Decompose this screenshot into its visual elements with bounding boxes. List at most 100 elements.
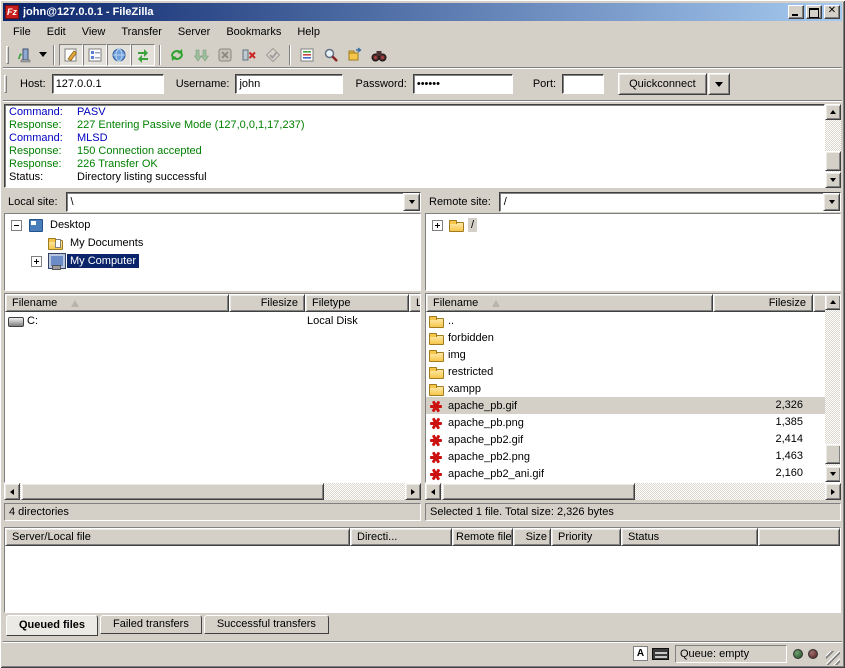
menu-item[interactable]: Bookmarks [218,24,289,40]
log-scrollbar[interactable] [825,104,841,188]
titlebar[interactable]: Fz john@127.0.0.1 - FileZilla [3,3,842,21]
toolbar-gripper[interactable] [6,46,9,64]
scroll-thumb[interactable] [21,483,324,500]
file-row[interactable]: apache_pb2.gif 2,414 [426,431,825,448]
filter-button[interactable] [295,44,319,66]
remote-site-dropdown[interactable] [823,193,840,211]
file-row[interactable]: .. [426,312,825,329]
column-header-size[interactable]: Size [513,528,551,546]
toggle-remote-tree-button[interactable] [107,44,131,66]
scroll-down-button[interactable] [825,466,841,482]
queue-empty-area[interactable] [5,546,840,612]
scroll-thumb[interactable] [442,483,635,500]
column-header-filesize[interactable]: Filesize [229,294,305,312]
directory-comparison-button[interactable] [343,44,367,66]
queue-tab[interactable]: Failed transfers [100,615,202,634]
minimize-button[interactable] [788,5,804,19]
file-search-button[interactable] [319,44,343,66]
file-row[interactable]: apache_pb2_ani.gif 2,160 [426,465,825,482]
local-list-hscrollbar[interactable] [4,483,421,500]
tree-item[interactable]: My Computer [5,252,420,270]
file-row[interactable]: apache_pb2.png 1,463 [426,448,825,465]
cancel-operation-button[interactable] [213,44,237,66]
file-row[interactable]: restricted [426,363,825,380]
column-header-filesize[interactable]: Filesize [713,294,813,312]
remote-list-scrollbar[interactable] [825,294,841,482]
close-button[interactable] [824,5,840,19]
menu-item[interactable]: Server [170,24,218,40]
local-site-dropdown[interactable] [403,193,420,211]
remote-site-value: / [500,193,823,211]
synchronized-browsing-button[interactable] [367,44,391,66]
column-header-remote-file[interactable]: Remote file [452,528,513,546]
file-row[interactable]: img [426,346,825,363]
scroll-right-button[interactable] [405,483,421,500]
process-queue-button[interactable] [189,44,213,66]
disconnect-button[interactable] [237,44,261,66]
file-row[interactable]: C: Local Disk [5,312,420,329]
scroll-left-button[interactable] [4,483,20,500]
local-site-combobox[interactable]: \ [66,192,421,212]
column-header-priority[interactable]: Priority [551,528,621,546]
port-input[interactable] [562,74,604,94]
file-name: .. [448,315,454,327]
quickconnect-button[interactable]: Quickconnect [618,73,707,95]
tree-expander[interactable] [432,220,443,231]
refresh-button[interactable] [165,44,189,66]
transfer-queue-icon [135,47,151,63]
file-row[interactable]: xampp [426,380,825,397]
log-line-text: PASV [77,106,106,119]
column-header-filename[interactable]: Filename [5,294,229,312]
queue-tab[interactable]: Successful transfers [204,615,329,634]
queue-tab[interactable]: Queued files [6,615,98,636]
toggle-transfer-queue-button[interactable] [131,44,155,66]
message-log[interactable]: Command: PASV Response: 227 Entering Pas… [4,104,825,188]
username-input[interactable] [235,74,343,94]
host-input[interactable] [52,74,164,94]
quickconnect-dropdown[interactable] [708,73,730,95]
tree-item[interactable]: / [426,216,840,234]
reconnect-button[interactable] [261,44,285,66]
quickconnect-gripper[interactable] [4,75,7,93]
tree-expander[interactable] [31,256,42,267]
menu-item[interactable]: View [74,24,114,40]
site-manager-button[interactable] [12,44,36,66]
column-header-filetype[interactable]: Filetype [305,294,409,312]
scroll-thumb[interactable] [825,444,841,464]
scroll-up-button[interactable] [825,104,841,120]
toggle-message-log-button[interactable] [59,44,83,66]
remote-list-hscrollbar[interactable] [425,483,841,500]
column-header-filename[interactable]: Filename [426,294,713,312]
remote-site-combobox[interactable]: / [499,192,841,212]
menu-item[interactable]: Transfer [113,24,170,40]
column-header-server-local-file[interactable]: Server/Local file [5,528,350,546]
column-header-status[interactable]: Status [621,528,758,546]
scroll-down-button[interactable] [825,172,841,188]
tree-item[interactable]: My Documents [5,234,420,252]
column-header-direction[interactable]: Directi... [350,528,452,546]
scroll-up-button[interactable] [825,294,841,310]
toggle-local-tree-button[interactable] [83,44,107,66]
scroll-thumb[interactable] [825,151,841,171]
menu-item[interactable]: Edit [39,24,74,40]
toolbar-separator [159,45,161,65]
file-row[interactable]: forbidden [426,329,825,346]
resize-grip[interactable] [826,651,840,665]
site-manager-dropdown[interactable] [36,44,49,66]
file-row[interactable]: apache_pb.gif 2,326 [426,397,825,414]
maximize-button[interactable] [806,5,822,19]
column-header-lastmodified[interactable]: L [409,294,421,312]
log-line-type: Response: [5,119,77,132]
tree-expander[interactable] [11,220,22,231]
scroll-right-button[interactable] [825,483,841,500]
file-row[interactable]: apache_pb.png 1,385 [426,414,825,431]
menu-item[interactable]: Help [289,24,328,40]
password-input[interactable] [413,74,513,94]
tree-expander[interactable] [31,238,42,249]
menu-item[interactable]: File [5,24,39,40]
arrow-right-icon [411,489,415,495]
file-name: apache_pb2.png [448,451,530,463]
tree-item[interactable]: Desktop [5,216,420,234]
scroll-left-button[interactable] [425,483,441,500]
log-line-text: 227 Entering Passive Mode (127,0,0,1,17,… [77,119,304,132]
